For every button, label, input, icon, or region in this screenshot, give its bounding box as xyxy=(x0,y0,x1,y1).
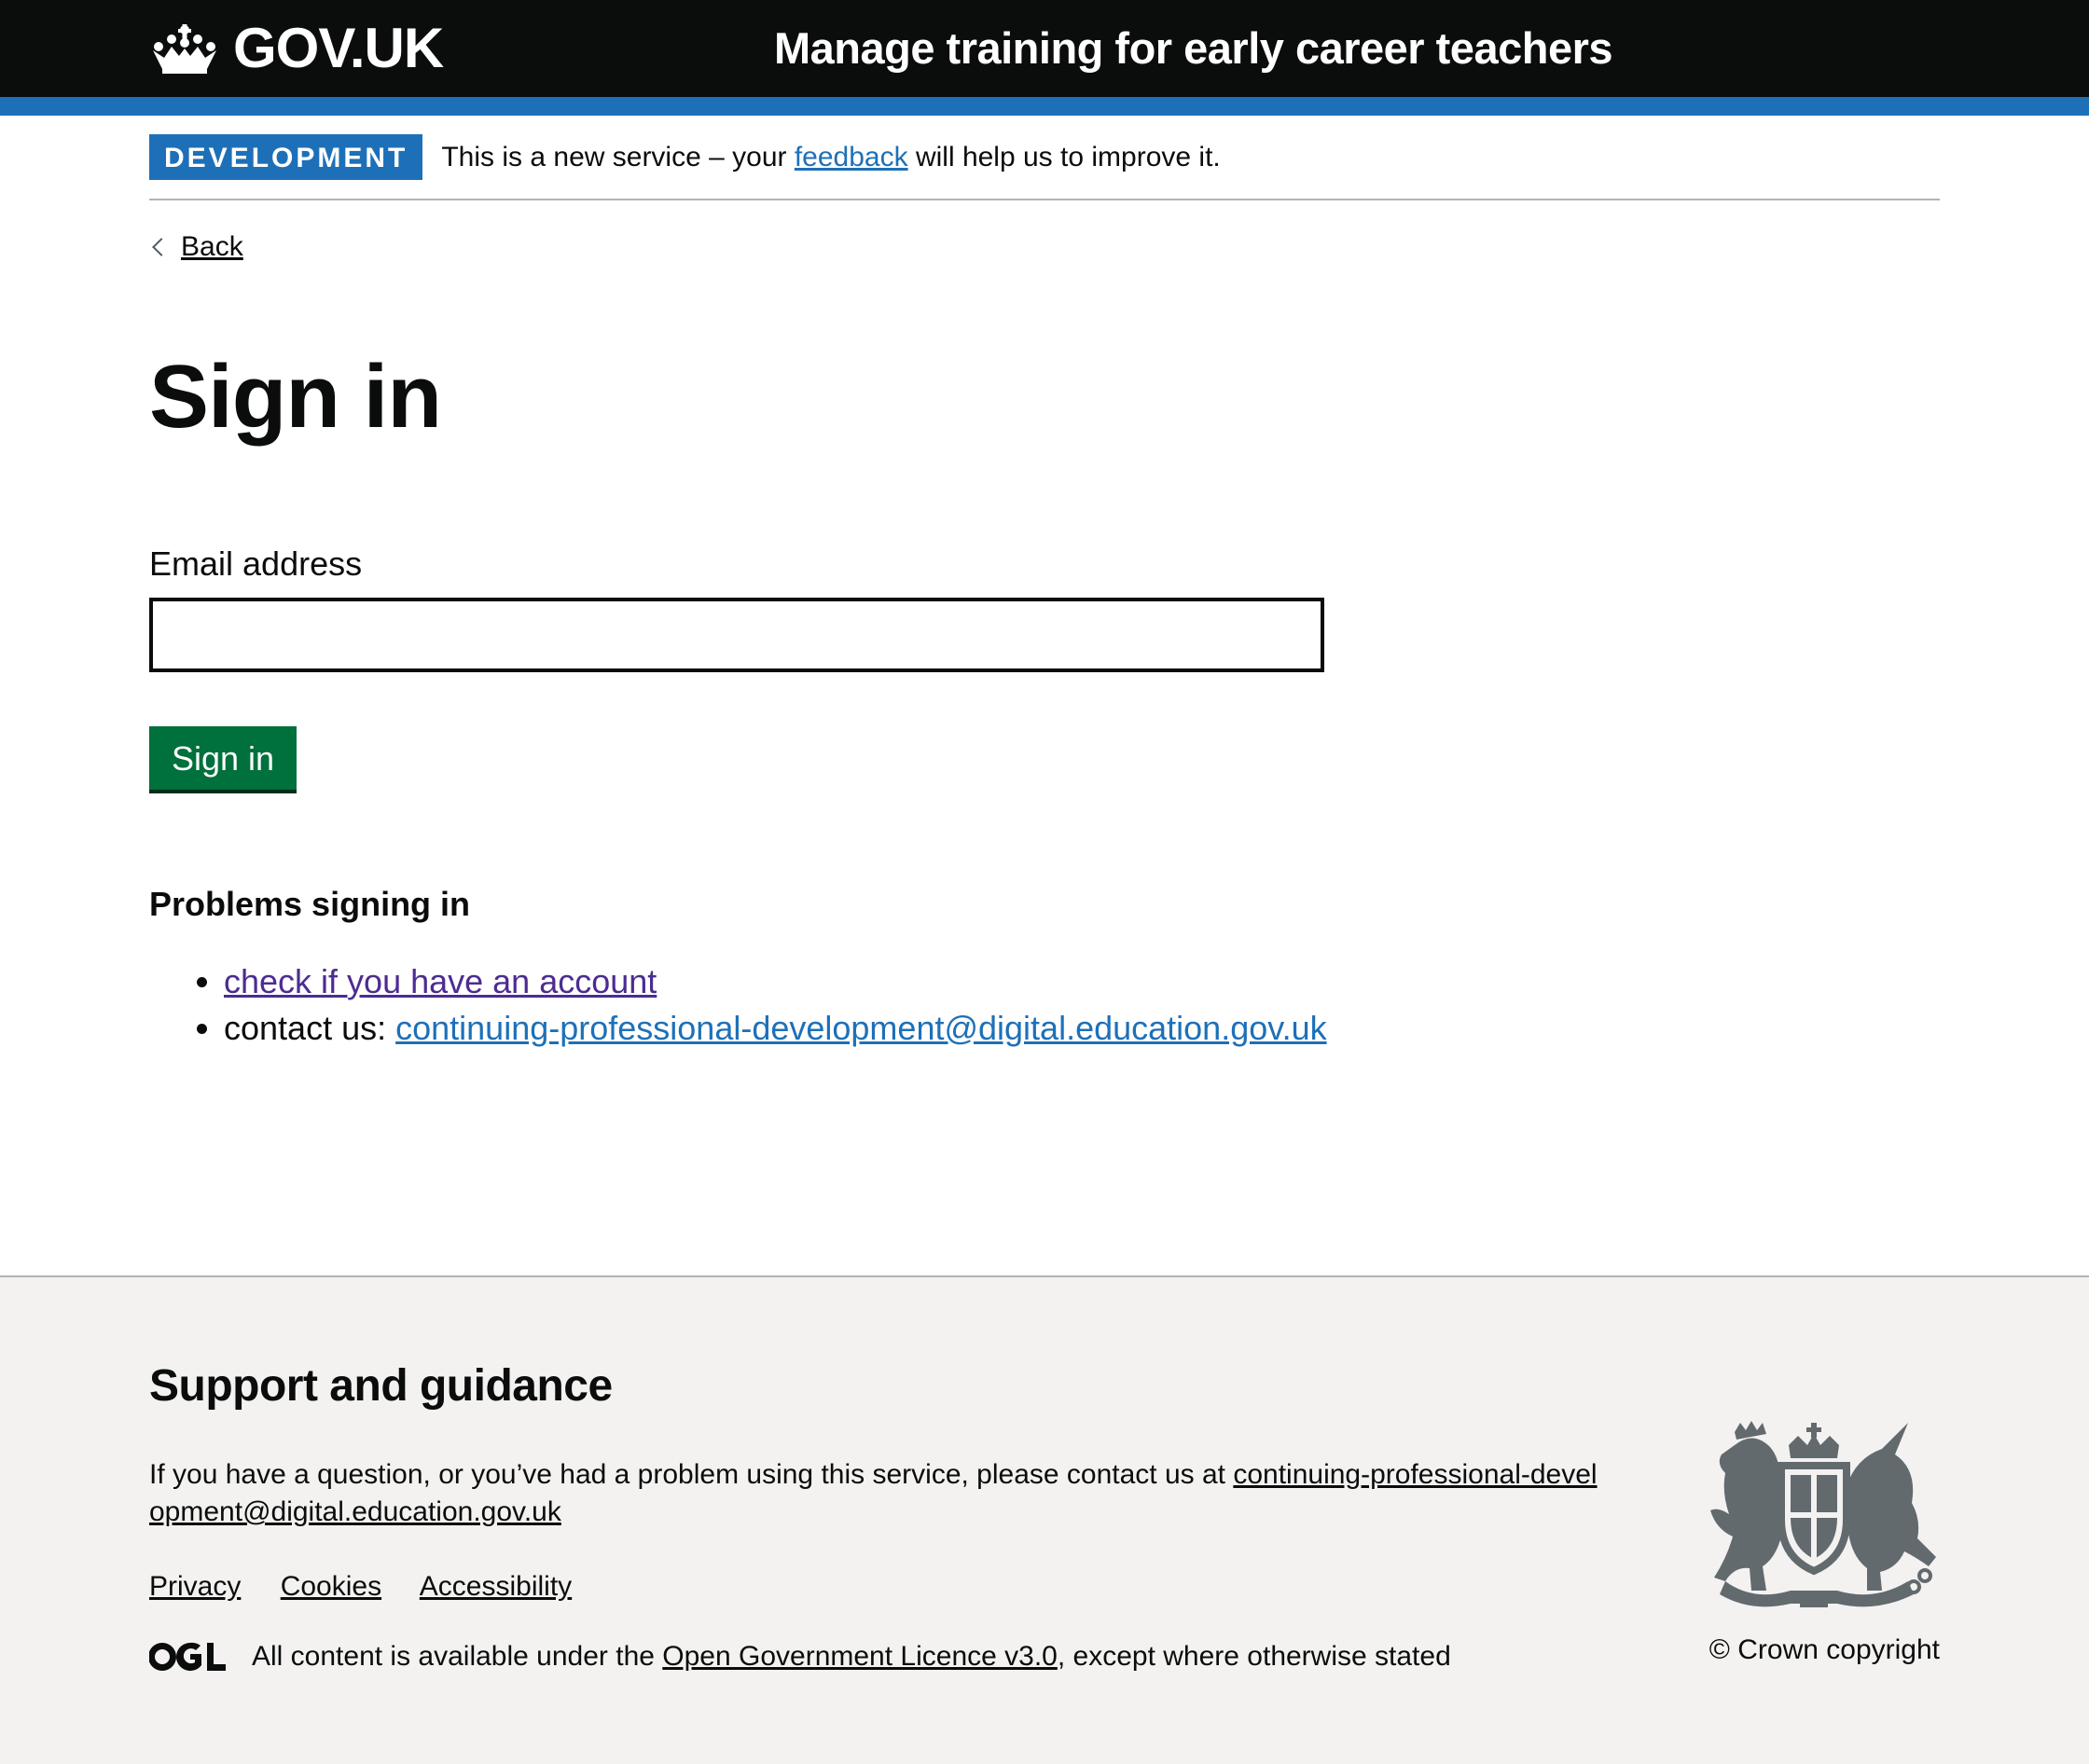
phase-banner: DEVELOPMENT This is a new service – your… xyxy=(149,116,1940,200)
problems-list: check if you have an account contact us:… xyxy=(149,958,1940,1052)
back-link[interactable]: Back xyxy=(149,228,243,265)
contact-prefix: contact us: xyxy=(224,1008,396,1047)
govuk-logotype: GOV.UK xyxy=(233,17,444,79)
crown-icon xyxy=(153,24,216,74)
licence-after: , except where otherwise stated xyxy=(1057,1641,1451,1673)
feedback-link[interactable]: feedback xyxy=(795,142,908,172)
chevron-left-icon xyxy=(152,237,171,256)
licence-before: All content is available under the xyxy=(252,1641,663,1673)
check-account-link[interactable]: check if you have an account xyxy=(224,962,657,1000)
phase-tag: DEVELOPMENT xyxy=(149,134,423,180)
main-width-container: DEVELOPMENT This is a new service – your… xyxy=(149,116,1940,1052)
footer-links: Privacy Cookies Accessibility xyxy=(149,1568,1940,1605)
main-content: Sign in Email address Sign in Problems s… xyxy=(149,352,1940,1052)
email-field[interactable] xyxy=(149,597,1324,672)
email-label: Email address xyxy=(149,544,363,583)
list-item: contact us: continuing-professional-deve… xyxy=(224,1005,1940,1052)
govuk-logo-link[interactable]: GOV.UK xyxy=(149,12,444,85)
support-text-before: If you have a question, or you’ve had a … xyxy=(149,1459,1234,1491)
sign-in-button[interactable]: Sign in xyxy=(149,725,297,790)
ogl-logo-icon xyxy=(149,1642,226,1671)
header-blue-stripe xyxy=(0,97,2089,116)
phase-text-before: This is a new service – your xyxy=(441,142,795,172)
licence-row: All content is available under the Open … xyxy=(149,1638,1940,1674)
contact-email-link[interactable]: continuing-professional-development@digi… xyxy=(395,1009,1327,1047)
list-item: check if you have an account xyxy=(224,958,1940,1005)
footer-container: Support and guidance If you have a quest… xyxy=(149,1277,1940,1674)
support-text: If you have a question, or you’ve had a … xyxy=(149,1456,1604,1531)
page-title: Sign in xyxy=(149,347,442,447)
phase-text-after: will help us to improve it. xyxy=(907,142,1221,172)
header-container: GOV.UK Manage training for early career … xyxy=(149,0,1940,97)
privacy-link[interactable]: Privacy xyxy=(149,1571,241,1602)
royal-coat-of-arms-icon xyxy=(1710,1421,1936,1607)
licence-text: All content is available under the Open … xyxy=(252,1638,1451,1674)
support-heading: Support and guidance xyxy=(149,1361,613,1411)
email-form-group: Email address xyxy=(149,543,1940,672)
crown-copyright: © Crown copyright xyxy=(1709,1634,1940,1665)
back-link-label: Back xyxy=(181,231,243,262)
govuk-footer: Support and guidance If you have a quest… xyxy=(0,1275,2089,1764)
govuk-header: GOV.UK Manage training for early career … xyxy=(0,0,2089,116)
cookies-link[interactable]: Cookies xyxy=(281,1571,381,1602)
problems-heading: Problems signing in xyxy=(149,884,471,923)
phase-banner-text: This is a new service – your feedback wi… xyxy=(441,139,1220,175)
licence-link[interactable]: Open Government Licence v3.0 xyxy=(662,1641,1058,1672)
accessibility-link[interactable]: Accessibility xyxy=(420,1571,572,1602)
contact-email-text: continuing-professional-development@digi… xyxy=(395,1008,1327,1047)
service-name-link[interactable]: Manage training for early career teacher… xyxy=(774,20,1613,76)
